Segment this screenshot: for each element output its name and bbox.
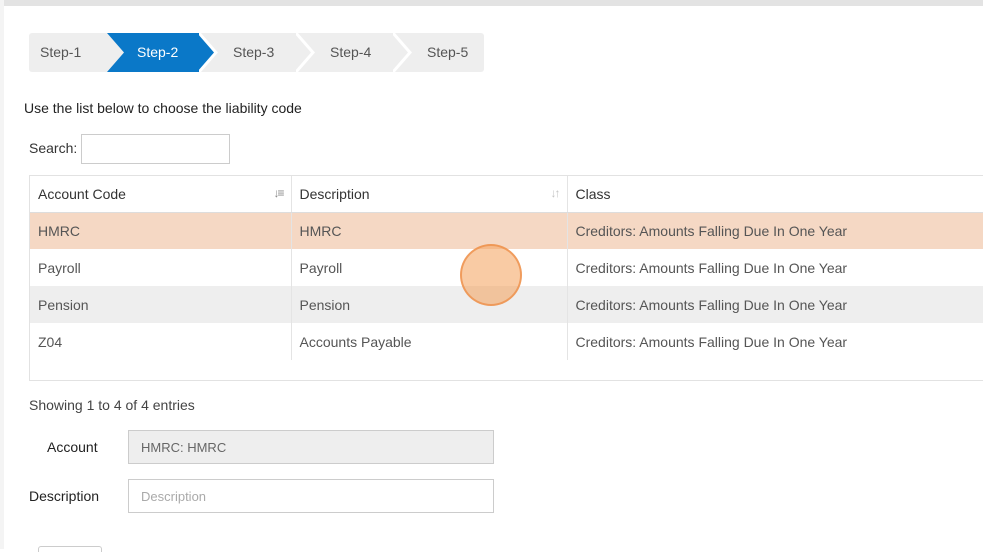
table-row[interactable]: HMRC HMRC Creditors: Amounts Falling Due… (30, 212, 983, 249)
wizard-step-label: Step-2 (137, 44, 179, 60)
cell-description: Pension (291, 286, 568, 323)
column-header-description[interactable]: Description ↓↑ (291, 176, 568, 213)
column-header-label: Description (299, 185, 370, 202)
click-indicator (460, 244, 522, 306)
account-label: Account (47, 439, 98, 455)
cell-account-code: HMRC (30, 212, 292, 249)
instruction-text: Use the list below to choose the liabili… (24, 100, 302, 116)
cell-class: Creditors: Amounts Falling Due In One Ye… (567, 286, 983, 323)
cell-description: Payroll (291, 249, 568, 286)
cell-class: Creditors: Amounts Falling Due In One Ye… (575, 259, 848, 276)
table-info-text: Showing 1 to 4 of 4 entries (29, 397, 195, 413)
search-label: Search: (29, 140, 78, 156)
column-header-class[interactable]: Class (567, 176, 983, 213)
sort-icon: ↓↑ (550, 186, 561, 200)
cell-account-code: Payroll (30, 249, 292, 286)
cell-account-code: Z04 (30, 323, 292, 360)
column-header-label: Class (575, 185, 611, 202)
wizard-step-label: Step-3 (233, 44, 275, 60)
cell-account-code: Pension (30, 286, 292, 323)
sort-numeric-icon: ↓≡ (273, 186, 284, 200)
description-label: Description (29, 488, 100, 504)
wizard-step-label: Step-4 (330, 44, 372, 60)
table-header-row: Account Code ↓≡ Description ↓↑ Class (30, 176, 983, 213)
cell-class: Creditors: Amounts Falling Due In One Ye… (567, 212, 983, 249)
description-field[interactable] (128, 479, 494, 513)
column-header-account-code[interactable]: Account Code ↓≡ (30, 176, 292, 213)
window-top-border (0, 0, 983, 6)
table-row[interactable]: Z04 Accounts Payable Creditors: Amounts … (30, 323, 983, 360)
wizard-step-label: Step-1 (40, 44, 82, 60)
search-input[interactable] (81, 134, 230, 164)
next-button-partial[interactable] (38, 546, 102, 552)
wizard-step-4[interactable]: Step-4 (296, 33, 406, 72)
account-field[interactable] (128, 430, 494, 464)
wizard-step-label: Step-5 (427, 44, 469, 60)
cell-description: Accounts Payable (291, 323, 568, 360)
wizard-step-5[interactable]: Step-5 (393, 33, 484, 72)
window-left-border (0, 0, 4, 549)
wizard-step-3[interactable]: Step-3 (199, 33, 309, 72)
column-header-label: Account Code (38, 185, 126, 202)
cell-class: Creditors: Amounts Falling Due In One Ye… (575, 333, 848, 350)
wizard-steps: Step-1 Step-2 Step-3 Step-4 Step-5 (29, 33, 484, 72)
cell-description: HMRC (291, 212, 568, 249)
